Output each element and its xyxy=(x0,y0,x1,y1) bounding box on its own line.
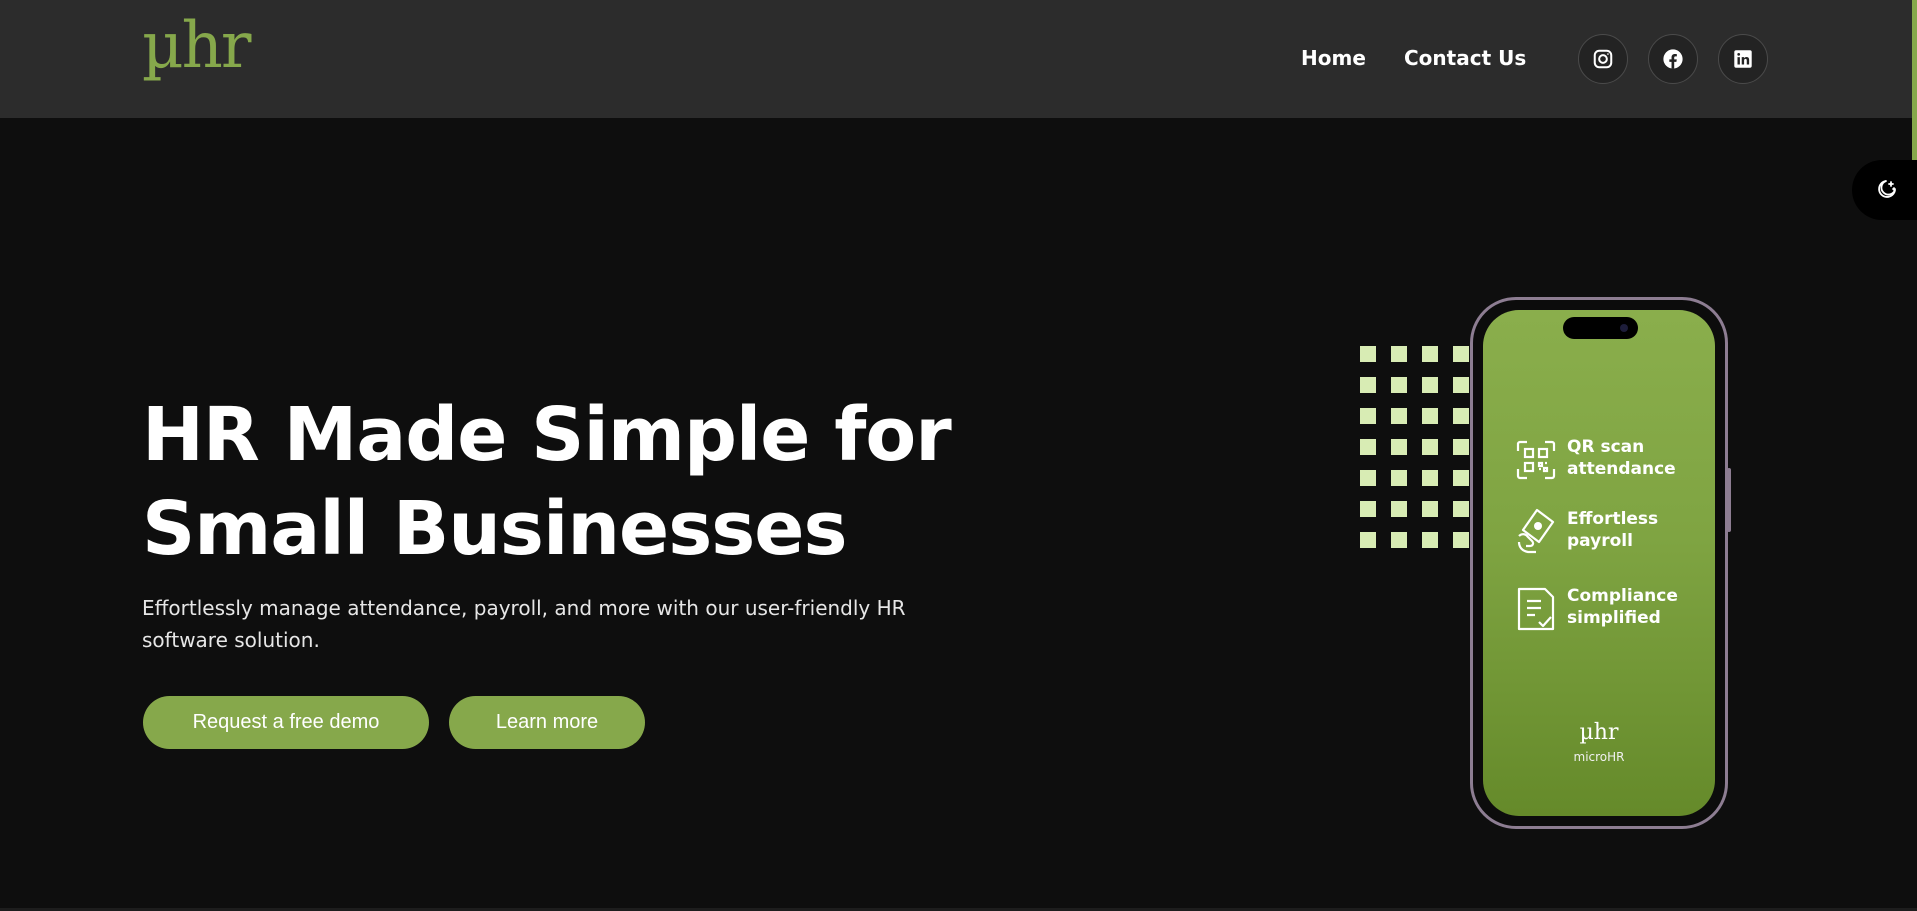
document-check-icon xyxy=(1517,587,1555,631)
payroll-hand-icon xyxy=(1517,508,1555,554)
grid-dot xyxy=(1422,470,1438,486)
grid-dot xyxy=(1360,377,1376,393)
grid-dot xyxy=(1422,501,1438,517)
request-demo-button[interactable]: Request a free demo xyxy=(143,696,429,749)
grid-dot xyxy=(1391,532,1407,548)
grid-dot xyxy=(1453,408,1469,424)
grid-dot xyxy=(1391,439,1407,455)
grid-dot xyxy=(1360,501,1376,517)
grid-dot xyxy=(1360,408,1376,424)
hero-title-line1: HR Made Simple for xyxy=(142,392,952,478)
feature-qr-attendance: QR scan attendance xyxy=(1515,436,1687,484)
hero-subtitle: Effortlessly manage attendance, payroll,… xyxy=(142,596,906,652)
facebook-icon xyxy=(1663,49,1683,69)
feature-payroll: Effortless payroll xyxy=(1515,508,1687,556)
grid-dot xyxy=(1391,408,1407,424)
learn-more-button[interactable]: Learn more xyxy=(449,696,645,749)
grid-dot xyxy=(1391,501,1407,517)
grid-dot xyxy=(1422,532,1438,548)
feature-compliance: Compliance simplified xyxy=(1515,585,1687,633)
facebook-button[interactable] xyxy=(1648,34,1698,84)
grid-dot xyxy=(1391,346,1407,362)
feature-label: Effortless payroll xyxy=(1567,508,1687,552)
grid-dot xyxy=(1360,439,1376,455)
nav-home-link[interactable]: Home xyxy=(1301,46,1366,70)
linkedin-button[interactable] xyxy=(1718,34,1768,84)
grid-dot xyxy=(1453,501,1469,517)
site-header: µhr Home Contact Us xyxy=(0,0,1917,118)
instagram-button[interactable] xyxy=(1578,34,1628,84)
feature-label: Compliance simplified xyxy=(1567,585,1687,629)
feature-line1: QR scan xyxy=(1567,437,1645,457)
hero-title: HR Made Simple for Small Businesses xyxy=(142,388,982,576)
linkedin-icon xyxy=(1734,50,1752,68)
hero-title-line2: Small Businesses xyxy=(142,486,848,572)
grid-dot xyxy=(1453,439,1469,455)
phone-logo: µhr xyxy=(1579,720,1619,745)
grid-dot xyxy=(1422,346,1438,362)
grid-dot xyxy=(1360,346,1376,362)
instagram-icon xyxy=(1593,49,1613,69)
grid-dot xyxy=(1453,532,1469,548)
dynamic-island xyxy=(1563,317,1638,339)
grid-dot xyxy=(1391,470,1407,486)
phone-mockup: QR scan attendance Effortless payroll Co… xyxy=(1470,297,1731,829)
grid-dot xyxy=(1453,346,1469,362)
phone-logo-subtitle: microHR xyxy=(1573,750,1625,764)
phone-screen: QR scan attendance Effortless payroll Co… xyxy=(1483,310,1715,816)
moon-stars-icon xyxy=(1878,180,1896,198)
grid-dot xyxy=(1422,408,1438,424)
camera-dot xyxy=(1620,324,1628,332)
feature-line1: Effortless xyxy=(1567,509,1659,529)
feature-label: QR scan attendance xyxy=(1567,436,1687,480)
nav-contact-link[interactable]: Contact Us xyxy=(1404,46,1526,70)
scrollbar-thumb[interactable] xyxy=(1912,0,1917,162)
grid-dot xyxy=(1360,532,1376,548)
grid-dot xyxy=(1422,439,1438,455)
feature-line2: payroll xyxy=(1567,531,1633,551)
feature-line2: attendance xyxy=(1567,459,1676,479)
grid-dot xyxy=(1453,470,1469,486)
phone-side-button xyxy=(1727,468,1731,532)
theme-toggle-button[interactable] xyxy=(1852,160,1917,220)
grid-dot xyxy=(1391,377,1407,393)
grid-dot xyxy=(1360,470,1376,486)
feature-line2: simplified xyxy=(1567,608,1661,628)
grid-dot xyxy=(1422,377,1438,393)
feature-line1: Compliance xyxy=(1567,586,1678,606)
grid-dot xyxy=(1453,377,1469,393)
logo[interactable]: µhr xyxy=(142,14,251,78)
qr-code-icon xyxy=(1516,440,1556,480)
